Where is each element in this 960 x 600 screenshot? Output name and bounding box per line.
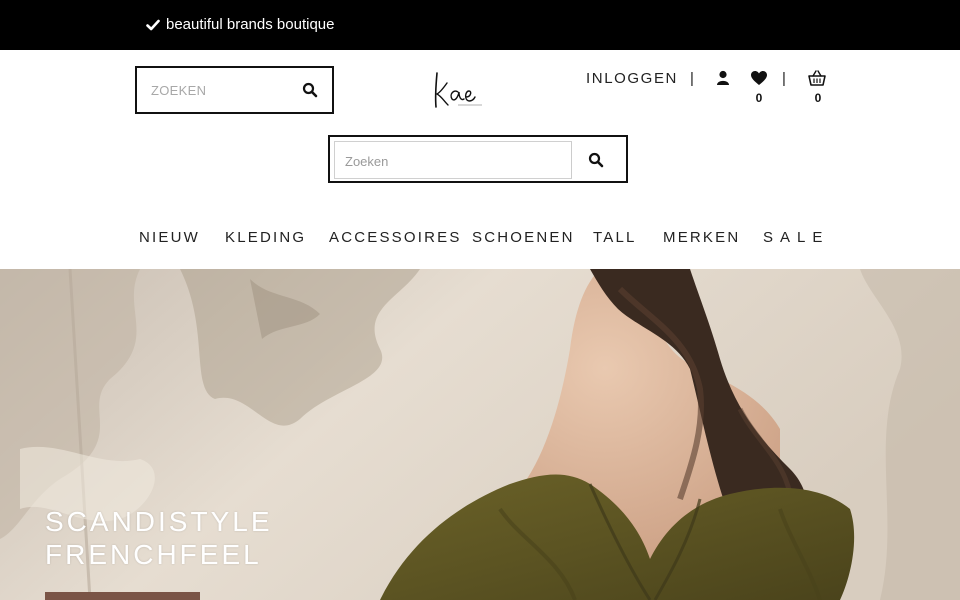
nav-item-tall[interactable]: TALL [593,229,637,246]
search-icon[interactable] [302,82,318,98]
header-search-input[interactable] [151,80,291,100]
heart-icon[interactable] [750,70,768,86]
user-icon[interactable] [714,70,732,86]
separator: | [782,70,786,87]
hero-headline: SCANDISTYLE FRENCHFEEL [45,505,273,571]
nav-item-schoenen[interactable]: SCHOENEN [472,229,575,246]
main-search-input[interactable] [345,151,555,171]
login-link[interactable]: INLOGGEN [586,70,678,87]
main-search [328,135,628,183]
header-search [135,66,334,114]
basket-icon[interactable] [808,70,826,86]
announcement-bar: beautiful brands boutique [0,0,960,50]
nav-item-kleding[interactable]: KLEDING [225,229,306,246]
cart-count: 0 [814,91,822,105]
hero-headline-line2: FRENCHFEEL [45,539,262,570]
hero-headline-line1: SCANDISTYLE [45,506,273,537]
wishlist-count: 0 [755,91,763,105]
main-nav: NIEUW KLEDING ACCESSOIRES SCHOENEN TALL … [0,229,960,251]
hero-banner[interactable]: SCANDISTYLE FRENCHFEEL [0,269,960,600]
usp: beautiful brands boutique [146,16,334,33]
nav-item-sale[interactable]: SALE [763,229,829,246]
nav-item-nieuw[interactable]: NIEUW [139,229,200,246]
search-icon[interactable] [588,152,604,168]
hero-cta-button[interactable] [45,592,200,600]
usp-text: beautiful brands boutique [166,16,335,33]
check-icon [146,19,160,30]
main-search-field [334,141,572,179]
nav-item-merken[interactable]: MERKEN [663,229,740,246]
nav-item-accessoires[interactable]: ACCESSOIRES [329,229,462,246]
brand-logo[interactable] [430,70,486,110]
separator: | [690,70,694,87]
